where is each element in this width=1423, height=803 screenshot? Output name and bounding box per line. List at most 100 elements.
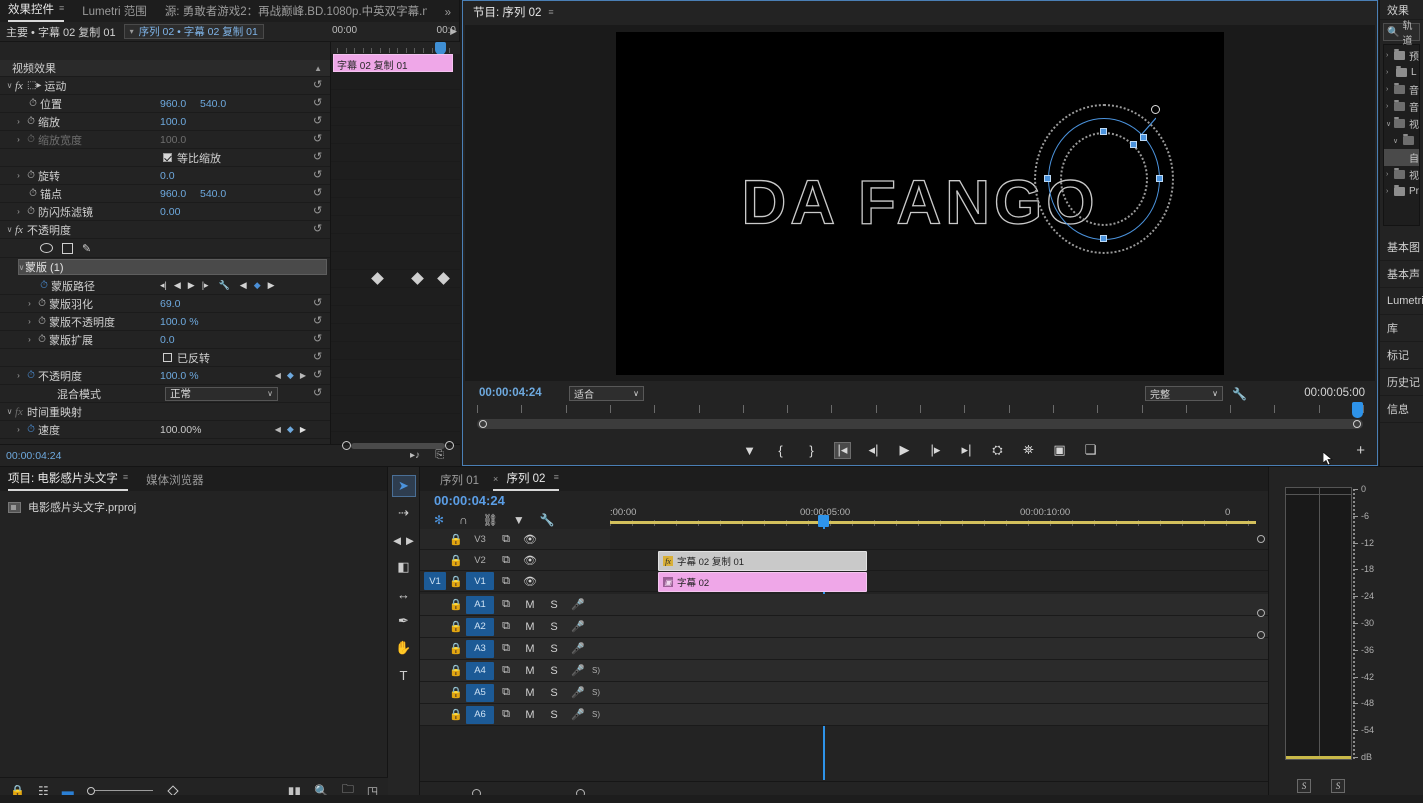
- track-mute-button[interactable]: M: [518, 599, 542, 611]
- effects-tree[interactable]: › 预 › L › 音 › 音 ∨ 视 ∨ 自 › 视 › Pr: [1383, 44, 1420, 226]
- ec-keyframe-row[interactable]: [331, 90, 460, 108]
- ec-ruler[interactable]: [331, 42, 460, 55]
- ellipse-mask-icon[interactable]: [40, 243, 53, 253]
- track-lock-icon[interactable]: 🔒: [446, 708, 466, 721]
- track-sync-lock-icon[interactable]: ⧉: [494, 575, 518, 588]
- track-mute-button[interactable]: M: [518, 621, 542, 633]
- mask-opacity-value[interactable]: 100.0 %: [160, 316, 199, 328]
- uniform-scale-checkbox[interactable]: [163, 153, 172, 162]
- twirl-closed-icon[interactable]: ›: [1386, 171, 1392, 178]
- track-mute-button[interactable]: M: [518, 643, 542, 655]
- reset-icon[interactable]: ↺: [313, 370, 324, 381]
- mask-vertex-left[interactable]: [1044, 174, 1051, 182]
- tab-source-monitor[interactable]: 源: 勇敢者游戏2：再战巅峰.BD.1080p.中英双字幕.n: [165, 3, 427, 22]
- keyframe-marker[interactable]: [371, 272, 384, 285]
- track-solo-button[interactable]: S: [542, 643, 566, 655]
- tab-effect-controls[interactable]: 效果控件 ≡: [8, 1, 65, 22]
- play-icon[interactable]: ▶: [188, 280, 195, 291]
- panel-menu-icon[interactable]: ≡: [554, 472, 559, 482]
- reset-icon[interactable]: ↺: [313, 152, 324, 163]
- export-frame-button[interactable]: ▣: [1051, 442, 1068, 459]
- antiflicker-value[interactable]: 0.00: [160, 206, 180, 218]
- track-visibility-icon[interactable]: 👁: [518, 575, 542, 588]
- ec-keyframe-row[interactable]: [331, 342, 460, 360]
- track-target-V1[interactable]: V1: [424, 572, 446, 590]
- mask-group-header[interactable]: ∨ 蒙版 (1): [0, 259, 330, 277]
- nest-icon[interactable]: ✻: [434, 513, 444, 527]
- mask-vertex-top[interactable]: [1100, 127, 1107, 135]
- reset-icon[interactable]: ↺: [313, 80, 324, 91]
- sidebar-panel-tab[interactable]: 基本图: [1380, 234, 1423, 261]
- track-mic-icon[interactable]: 🎤: [566, 620, 590, 633]
- settings-icon[interactable]: 🔧: [540, 513, 555, 527]
- ec-keyframe-row[interactable]: [331, 198, 460, 216]
- effect-group-motion[interactable]: ∨ fx ⬚▸ 运动 ↺: [0, 77, 330, 95]
- opacity-keyframe-nav[interactable]: ◀ ◆ ▶: [275, 370, 306, 381]
- scrub-out-handle[interactable]: [1353, 420, 1361, 428]
- type-tool-icon[interactable]: T: [392, 664, 416, 686]
- stopwatch-icon[interactable]: ⏱: [35, 298, 49, 309]
- track-name-V3[interactable]: V3: [466, 530, 494, 548]
- anchor-y-value[interactable]: 540.0: [200, 188, 226, 200]
- prev-frame-icon[interactable]: ◀: [174, 280, 181, 291]
- tab-program-monitor[interactable]: 节目: 序列 02: [473, 4, 541, 20]
- effect-controls-clip-selector[interactable]: ▾ 序列 02 • 字幕 02 复制 01: [123, 24, 264, 39]
- effects-tree-item[interactable]: ∨ 视: [1384, 115, 1419, 132]
- ec-zoom-scrollbar[interactable]: [342, 440, 454, 451]
- mask-vertex-bottom[interactable]: [1100, 234, 1107, 242]
- mask-rotate-handle[interactable]: [1151, 104, 1160, 114]
- panel-menu-icon[interactable]: ≡: [548, 7, 553, 17]
- twirl-closed-icon[interactable]: ›: [1386, 103, 1392, 110]
- ec-keyframe-row[interactable]: [331, 360, 460, 378]
- track-select-forward-tool-icon[interactable]: ⇢: [392, 502, 416, 524]
- param-antiflicker[interactable]: › ⏱ 防闪烁滤镜 0.00 ↺: [0, 203, 330, 221]
- track-name-A1[interactable]: A1: [466, 595, 494, 614]
- param-mask-feather[interactable]: › ⏱ 蒙版羽化 69.0 ↺: [0, 295, 330, 313]
- track-mute-button[interactable]: M: [518, 709, 542, 721]
- linked-selection-icon[interactable]: ⛓: [483, 513, 498, 527]
- stopwatch-icon[interactable]: ⏱: [24, 134, 38, 145]
- twirl-icon[interactable]: ∨: [4, 407, 15, 416]
- track-content[interactable]: [610, 594, 1268, 615]
- go-to-in-button[interactable]: |◂: [834, 441, 851, 459]
- param-mask-inverted[interactable]: 已反转 ↺: [0, 349, 330, 367]
- ec-keyframe-row[interactable]: [331, 162, 460, 180]
- comparison-view-button[interactable]: ❏: [1082, 442, 1099, 459]
- track-mic-icon[interactable]: 🎤: [566, 686, 590, 699]
- fit-zoom-select[interactable]: 适合 ∨: [569, 386, 644, 401]
- pen-mask-icon[interactable]: ✎: [82, 242, 91, 255]
- keyframe-marker[interactable]: [437, 272, 450, 285]
- twirl-icon[interactable]: ›: [13, 371, 24, 380]
- playback-resolution-select[interactable]: 完整 ∨: [1145, 386, 1223, 401]
- twirl-icon[interactable]: ›: [24, 317, 35, 326]
- reset-icon[interactable]: ↺: [313, 334, 324, 345]
- track-solo-button[interactable]: S: [542, 709, 566, 721]
- mask-feather-value[interactable]: 69.0: [160, 298, 180, 310]
- next-keyframe-icon[interactable]: ▶: [268, 280, 275, 291]
- effect-group-time-remap[interactable]: ∨ fx 时间重映射: [0, 403, 330, 421]
- mask-tangent-handle-2[interactable]: [1140, 133, 1147, 141]
- param-speed[interactable]: › ⏱ 速度 100.00% ◀ ◆ ▶: [0, 421, 330, 439]
- audio-track-row[interactable]: 🔒 A5 ⧉ M S 🎤 S): [420, 682, 1268, 704]
- twirl-icon[interactable]: ∨: [4, 81, 15, 90]
- selection-tool-icon[interactable]: ➤: [391, 475, 416, 497]
- sidebar-panel-tab[interactable]: Lumetri: [1380, 288, 1423, 315]
- timeline-clip[interactable]: ▣ 字幕 02: [658, 572, 867, 592]
- effects-search-input[interactable]: 🔍 轨道: [1383, 21, 1420, 47]
- twirl-icon[interactable]: ›: [13, 135, 24, 144]
- twirl-open-icon[interactable]: ∨: [1386, 120, 1392, 128]
- program-current-timecode[interactable]: 00:00:04:24: [479, 387, 542, 399]
- effect-controls-keyframe-area[interactable]: 字幕 02 复制 01: [330, 42, 460, 444]
- extract-button[interactable]: ⛯: [1020, 442, 1037, 459]
- opacity-value[interactable]: 100.0 %: [160, 370, 199, 382]
- param-mask-path[interactable]: ⏱ 蒙版路径 ◂| ◀ ▶ |▸ 🔧 ◀ ◆ ▶: [0, 277, 330, 295]
- param-scale-width[interactable]: › ⏱ 缩放宽度 100.0 ↺: [0, 131, 330, 149]
- ec-keyframe-row[interactable]: [331, 324, 460, 342]
- twirl-closed-icon[interactable]: ›: [1386, 52, 1392, 59]
- step-forward-button[interactable]: |▸: [927, 442, 944, 459]
- track-name-A5[interactable]: A5: [466, 683, 494, 702]
- param-mask-expansion[interactable]: › ⏱ 蒙版扩展 0.0 ↺: [0, 331, 330, 349]
- snap-icon[interactable]: ∩: [459, 513, 468, 527]
- collapse-icon[interactable]: ▲: [314, 64, 322, 73]
- program-monitor-video-area[interactable]: DA FANGO: [465, 25, 1375, 381]
